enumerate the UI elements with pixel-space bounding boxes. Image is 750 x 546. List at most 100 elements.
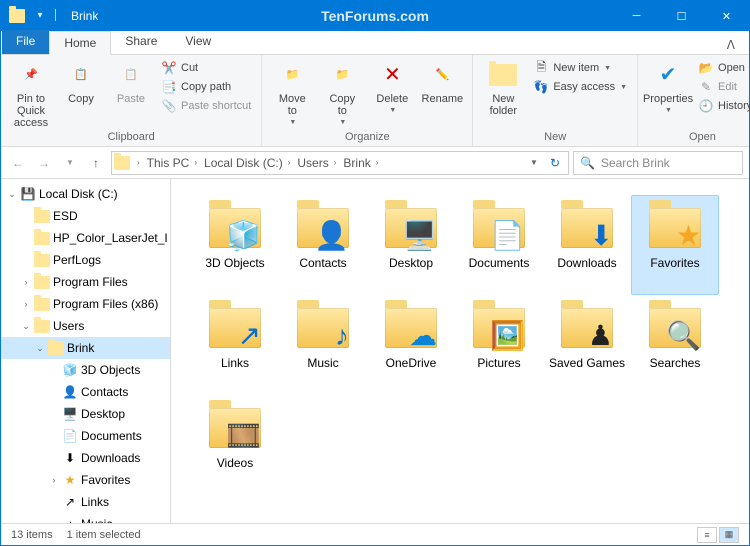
ribbon-tabs: File Home Share View ᐱ [1,31,749,55]
new-item-button[interactable]: 🗎New item▼ [529,59,631,77]
node-label: Favorites [81,473,130,487]
breadcrumb-seg[interactable]: Users› [295,156,341,170]
edit-button[interactable]: ✎Edit [694,78,750,96]
copy-path-button[interactable]: 📑Copy path [157,78,255,96]
expand-icon[interactable]: ⌄ [19,321,33,332]
folder-item[interactable]: ♟Saved Games [543,295,631,395]
folder-item[interactable]: ♪Music [279,295,367,395]
expand-icon[interactable]: › [19,299,33,309]
folder-item[interactable]: 👤Contacts [279,195,367,295]
tree-node[interactable]: ⌄Brink [1,337,170,359]
address-dropdown[interactable]: ▼ [524,158,544,167]
folder-item[interactable]: 🖼️Pictures [455,295,543,395]
tree-node[interactable]: PerfLogs [1,249,170,271]
up-button[interactable]: ↑ [85,152,107,174]
maximize-button[interactable]: ☐ [659,1,704,31]
forward-button[interactable]: → [33,152,55,174]
tree-node[interactable]: 🧊3D Objects [1,359,170,381]
group-organize: 📁Move to▼ 📁Copy to▼ ✕Delete▼ ✏️Rename Or… [262,55,473,146]
pin-to-quick-access-button[interactable]: 📌Pin to Quick access [7,57,55,129]
tree-node[interactable]: ⌄ Users [1,315,170,337]
tab-file[interactable]: File [2,30,49,54]
move-to-button[interactable]: 📁Move to▼ [268,57,316,127]
tree-node[interactable]: 👤Contacts [1,381,170,403]
expand-icon[interactable]: ⌄ [5,189,19,200]
delete-button[interactable]: ✕Delete▼ [368,57,416,115]
folder-item[interactable]: ★Favorites [631,195,719,295]
tree-node[interactable]: ›★Favorites [1,469,170,491]
tree-node[interactable]: 🖥️Desktop [1,403,170,425]
properties-button[interactable]: ✔Properties▼ [644,57,692,115]
tree-node[interactable]: 📄Documents [1,425,170,447]
minimize-button[interactable]: ─ [614,1,659,31]
tree-node[interactable]: ›Program Files [1,271,170,293]
folder-item[interactable]: 📄Documents [455,195,543,295]
folder-item[interactable]: 🔍Searches [631,295,719,395]
folder-item[interactable]: 🖥️Desktop [367,195,455,295]
refresh-button[interactable]: ↻ [544,156,566,170]
node-label: Users [53,319,84,333]
item-label: Downloads [557,256,616,270]
expand-icon[interactable]: › [47,475,61,485]
breadcrumb-seg[interactable]: Local Disk (C:)› [202,156,295,170]
paste-button[interactable]: 📋Paste [107,57,155,105]
tree-node[interactable]: ESD [1,205,170,227]
tab-share[interactable]: Share [111,30,171,54]
back-button[interactable]: ← [7,152,29,174]
node-icon: 🖥️ [61,406,79,422]
new-folder-button[interactable]: New folder [479,57,527,117]
item-label: 3D Objects [205,256,264,270]
tree-node[interactable]: ↗Links [1,491,170,513]
breadcrumb-seg[interactable]: This PC› [145,156,202,170]
tree-node[interactable]: ♪Music [1,513,170,523]
folder-item[interactable]: ↗Links [191,295,279,395]
history-button[interactable]: 🕘History [694,97,750,115]
qat-item[interactable]: ▾ [33,9,47,23]
tree-node[interactable]: HP_Color_LaserJet_I [1,227,170,249]
node-icon: 👤 [61,384,79,400]
folder-icon: ★ [643,200,707,256]
close-button[interactable]: ✕ [704,1,749,31]
breadcrumb-seg[interactable]: Brink› [341,156,383,170]
node-label: 3D Objects [81,363,140,377]
tab-home[interactable]: Home [49,31,111,55]
qat-item[interactable]: │ [49,9,63,23]
details-view-button[interactable]: ≡ [697,527,717,543]
content-pane[interactable]: 🧊3D Objects👤Contacts🖥️Desktop📄Documents⬇… [171,179,749,523]
status-bar: 13 items 1 item selected ≡ ▦ [1,523,749,545]
paste-shortcut-button[interactable]: 📎Paste shortcut [157,97,255,115]
collapse-ribbon-button[interactable]: ᐱ [721,36,741,54]
open-button[interactable]: 📂Open▼ [694,59,750,77]
expand-icon[interactable]: ⌄ [33,343,47,354]
node-label: Downloads [81,451,140,465]
tree-node[interactable]: ⬇Downloads [1,447,170,469]
node-icon [47,340,65,356]
rename-button[interactable]: ✏️Rename [418,57,466,105]
address-icon [114,156,130,170]
folder-item[interactable]: 🧊3D Objects [191,195,279,295]
easy-access-button[interactable]: 👣Easy access▼ [529,78,631,96]
folder-icon: 🎞️ [203,400,267,456]
icons-view-button[interactable]: ▦ [719,527,739,543]
copy-to-button[interactable]: 📁Copy to▼ [318,57,366,127]
search-box[interactable]: 🔍 Search Brink [573,151,743,175]
folder-icon: 👤 [291,200,355,256]
navigation-tree[interactable]: ⌄💾Local Disk (C:)ESDHP_Color_LaserJet_IP… [1,179,171,523]
copy-button[interactable]: 📋Copy [57,57,105,105]
tab-view[interactable]: View [171,30,225,54]
node-label: Program Files (x86) [53,297,158,311]
folder-item[interactable]: 🎞️Videos [191,395,279,495]
cut-button[interactable]: ✂️Cut [157,59,255,77]
tree-node[interactable]: › Program Files (x86) [1,293,170,315]
group-clipboard: 📌Pin to Quick access 📋Copy 📋Paste ✂️Cut … [1,55,262,146]
node-label: Desktop [81,407,125,421]
node-icon: ♪ [61,516,79,523]
address-bar[interactable]: › This PC› Local Disk (C:)› Users› Brink… [111,151,569,175]
folder-item[interactable]: ⬇Downloads [543,195,631,295]
folder-icon: 📄 [467,200,531,256]
item-label: Contacts [299,256,346,270]
expand-icon[interactable]: › [19,277,33,287]
folder-item[interactable]: ☁OneDrive [367,295,455,395]
recent-locations-button[interactable]: ▼ [59,152,81,174]
tree-node[interactable]: ⌄💾Local Disk (C:) [1,183,170,205]
